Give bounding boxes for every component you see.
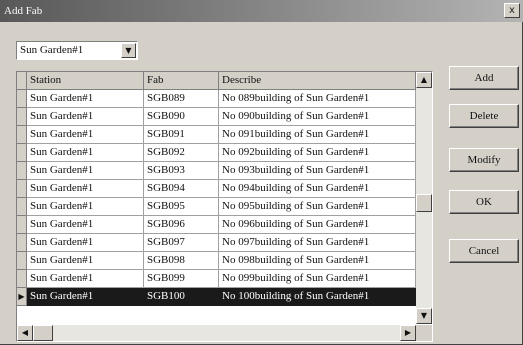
cell-station[interactable]: Sun Garden#1: [27, 270, 144, 288]
row-selector[interactable]: [17, 144, 27, 162]
cell-describe[interactable]: No 096building of Sun Garden#1: [219, 216, 416, 234]
window-title: Add Fab: [4, 5, 43, 17]
cell-station[interactable]: Sun Garden#1: [27, 216, 144, 234]
horizontal-scroll-thumb[interactable]: [33, 325, 53, 341]
column-header-fab[interactable]: Fab: [144, 72, 219, 90]
cell-describe[interactable]: No 100building of Sun Garden#1: [219, 288, 416, 306]
scrollbar-corner: [416, 325, 432, 341]
row-selector[interactable]: [17, 108, 27, 126]
cell-fab[interactable]: SGB089: [144, 90, 219, 108]
table-row[interactable]: Sun Garden#1 SGB095 No 095building of Sun …: [17, 198, 416, 216]
cell-station[interactable]: Sun Garden#1: [27, 162, 144, 180]
modify-button[interactable]: Modify: [449, 148, 519, 172]
row-selector[interactable]: [17, 234, 27, 252]
cell-describe[interactable]: No 098building of Sun Garden#1: [219, 252, 416, 270]
cell-station[interactable]: Sun Garden#1: [27, 144, 144, 162]
cell-station[interactable]: Sun Garden#1: [27, 108, 144, 126]
cell-describe[interactable]: No 097building of Sun Garden#1: [219, 234, 416, 252]
row-selector[interactable]: [17, 90, 27, 108]
station-select[interactable]: Sun Garden#1 ▼: [16, 41, 138, 60]
row-selector[interactable]: [17, 216, 27, 234]
table-row[interactable]: Sun Garden#1 SGB093 No 093building of Sun …: [17, 162, 416, 180]
cell-station[interactable]: Sun Garden#1: [27, 234, 144, 252]
add-fab-dialog: Add Fab x Sun Garden#1 ▼ Station Fab Des…: [0, 0, 523, 345]
table-row[interactable]: Sun Garden#1 SGB097 No 097building of Sun …: [17, 234, 416, 252]
scroll-right-icon[interactable]: ▶: [400, 325, 416, 341]
cell-fab[interactable]: SGB093: [144, 162, 219, 180]
fab-grid: Station Fab Describe Sun Garden#1 SGB089 N…: [16, 71, 433, 342]
row-selector-header: [17, 72, 27, 90]
row-selector[interactable]: [17, 198, 27, 216]
station-select-value: Sun Garden#1: [20, 44, 84, 56]
column-header-station[interactable]: Station: [27, 72, 144, 90]
vertical-scrollbar[interactable]: ▲ ▼: [416, 72, 432, 324]
table-row[interactable]: Sun Garden#1 SGB096 No 096building of Sun …: [17, 216, 416, 234]
row-selector[interactable]: [17, 162, 27, 180]
cell-fab[interactable]: SGB092: [144, 144, 219, 162]
vertical-scroll-thumb[interactable]: [416, 194, 432, 212]
cell-fab[interactable]: SGB090: [144, 108, 219, 126]
cell-fab[interactable]: SGB098: [144, 252, 219, 270]
table-row[interactable]: Sun Garden#1 SGB092 No 092building of Sun …: [17, 144, 416, 162]
cell-describe[interactable]: No 095building of Sun Garden#1: [219, 198, 416, 216]
cell-fab[interactable]: SGB094: [144, 180, 219, 198]
table-row[interactable]: Sun Garden#1 SGB094 No 094building of Sun …: [17, 180, 416, 198]
table-row[interactable]: Sun Garden#1 SGB089 No 089building of Sun …: [17, 90, 416, 108]
cell-fab[interactable]: SGB099: [144, 270, 219, 288]
ok-button[interactable]: OK: [449, 190, 519, 214]
table-row[interactable]: Sun Garden#1 SGB091 No 091building of Sun …: [17, 126, 416, 144]
grid-header: Station Fab Describe: [17, 72, 416, 90]
cell-station[interactable]: Sun Garden#1: [27, 90, 144, 108]
cell-describe[interactable]: No 094building of Sun Garden#1: [219, 180, 416, 198]
cell-station[interactable]: Sun Garden#1: [27, 180, 144, 198]
cell-describe[interactable]: No 090building of Sun Garden#1: [219, 108, 416, 126]
cell-describe[interactable]: No 091building of Sun Garden#1: [219, 126, 416, 144]
row-selector[interactable]: [17, 270, 27, 288]
table-row[interactable]: Sun Garden#1 SGB098 No 098building of Sun …: [17, 252, 416, 270]
column-header-describe[interactable]: Describe: [219, 72, 416, 90]
cell-station[interactable]: Sun Garden#1: [27, 126, 144, 144]
chevron-down-icon[interactable]: ▼: [121, 43, 136, 58]
cell-fab[interactable]: SGB091: [144, 126, 219, 144]
row-selector[interactable]: [17, 252, 27, 270]
cell-station[interactable]: Sun Garden#1: [27, 198, 144, 216]
cell-fab[interactable]: SGB100: [144, 288, 219, 306]
cell-describe[interactable]: No 089building of Sun Garden#1: [219, 90, 416, 108]
add-button[interactable]: Add: [449, 66, 519, 90]
table-row[interactable]: Sun Garden#1 SGB090 No 090building of Sun …: [17, 108, 416, 126]
cell-describe[interactable]: No 099building of Sun Garden#1: [219, 270, 416, 288]
row-selector[interactable]: [17, 180, 27, 198]
cell-fab[interactable]: SGB097: [144, 234, 219, 252]
close-button[interactable]: x: [504, 3, 520, 18]
cell-describe[interactable]: No 093building of Sun Garden#1: [219, 162, 416, 180]
cell-fab[interactable]: SGB096: [144, 216, 219, 234]
current-row-arrow-icon[interactable]: ▶: [17, 288, 27, 306]
close-icon: x: [509, 5, 515, 16]
scroll-left-icon[interactable]: ◀: [17, 325, 33, 341]
row-selector[interactable]: [17, 126, 27, 144]
cell-fab[interactable]: SGB095: [144, 198, 219, 216]
cell-station[interactable]: Sun Garden#1: [27, 252, 144, 270]
scroll-up-icon[interactable]: ▲: [416, 72, 432, 88]
table-row[interactable]: Sun Garden#1 SGB099 No 099building of Sun …: [17, 270, 416, 288]
scroll-down-icon[interactable]: ▼: [416, 308, 432, 324]
cell-describe[interactable]: No 092building of Sun Garden#1: [219, 144, 416, 162]
title-bar: Add Fab x: [0, 0, 523, 22]
horizontal-scrollbar[interactable]: ◀ ▶: [17, 325, 416, 341]
table-row[interactable]: ▶ Sun Garden#1 SGB100 No 100building of Sun…: [17, 288, 416, 306]
cell-station[interactable]: Sun Garden#1: [27, 288, 144, 306]
delete-button[interactable]: Delete: [449, 104, 519, 128]
cancel-button[interactable]: Cancel: [449, 239, 519, 263]
